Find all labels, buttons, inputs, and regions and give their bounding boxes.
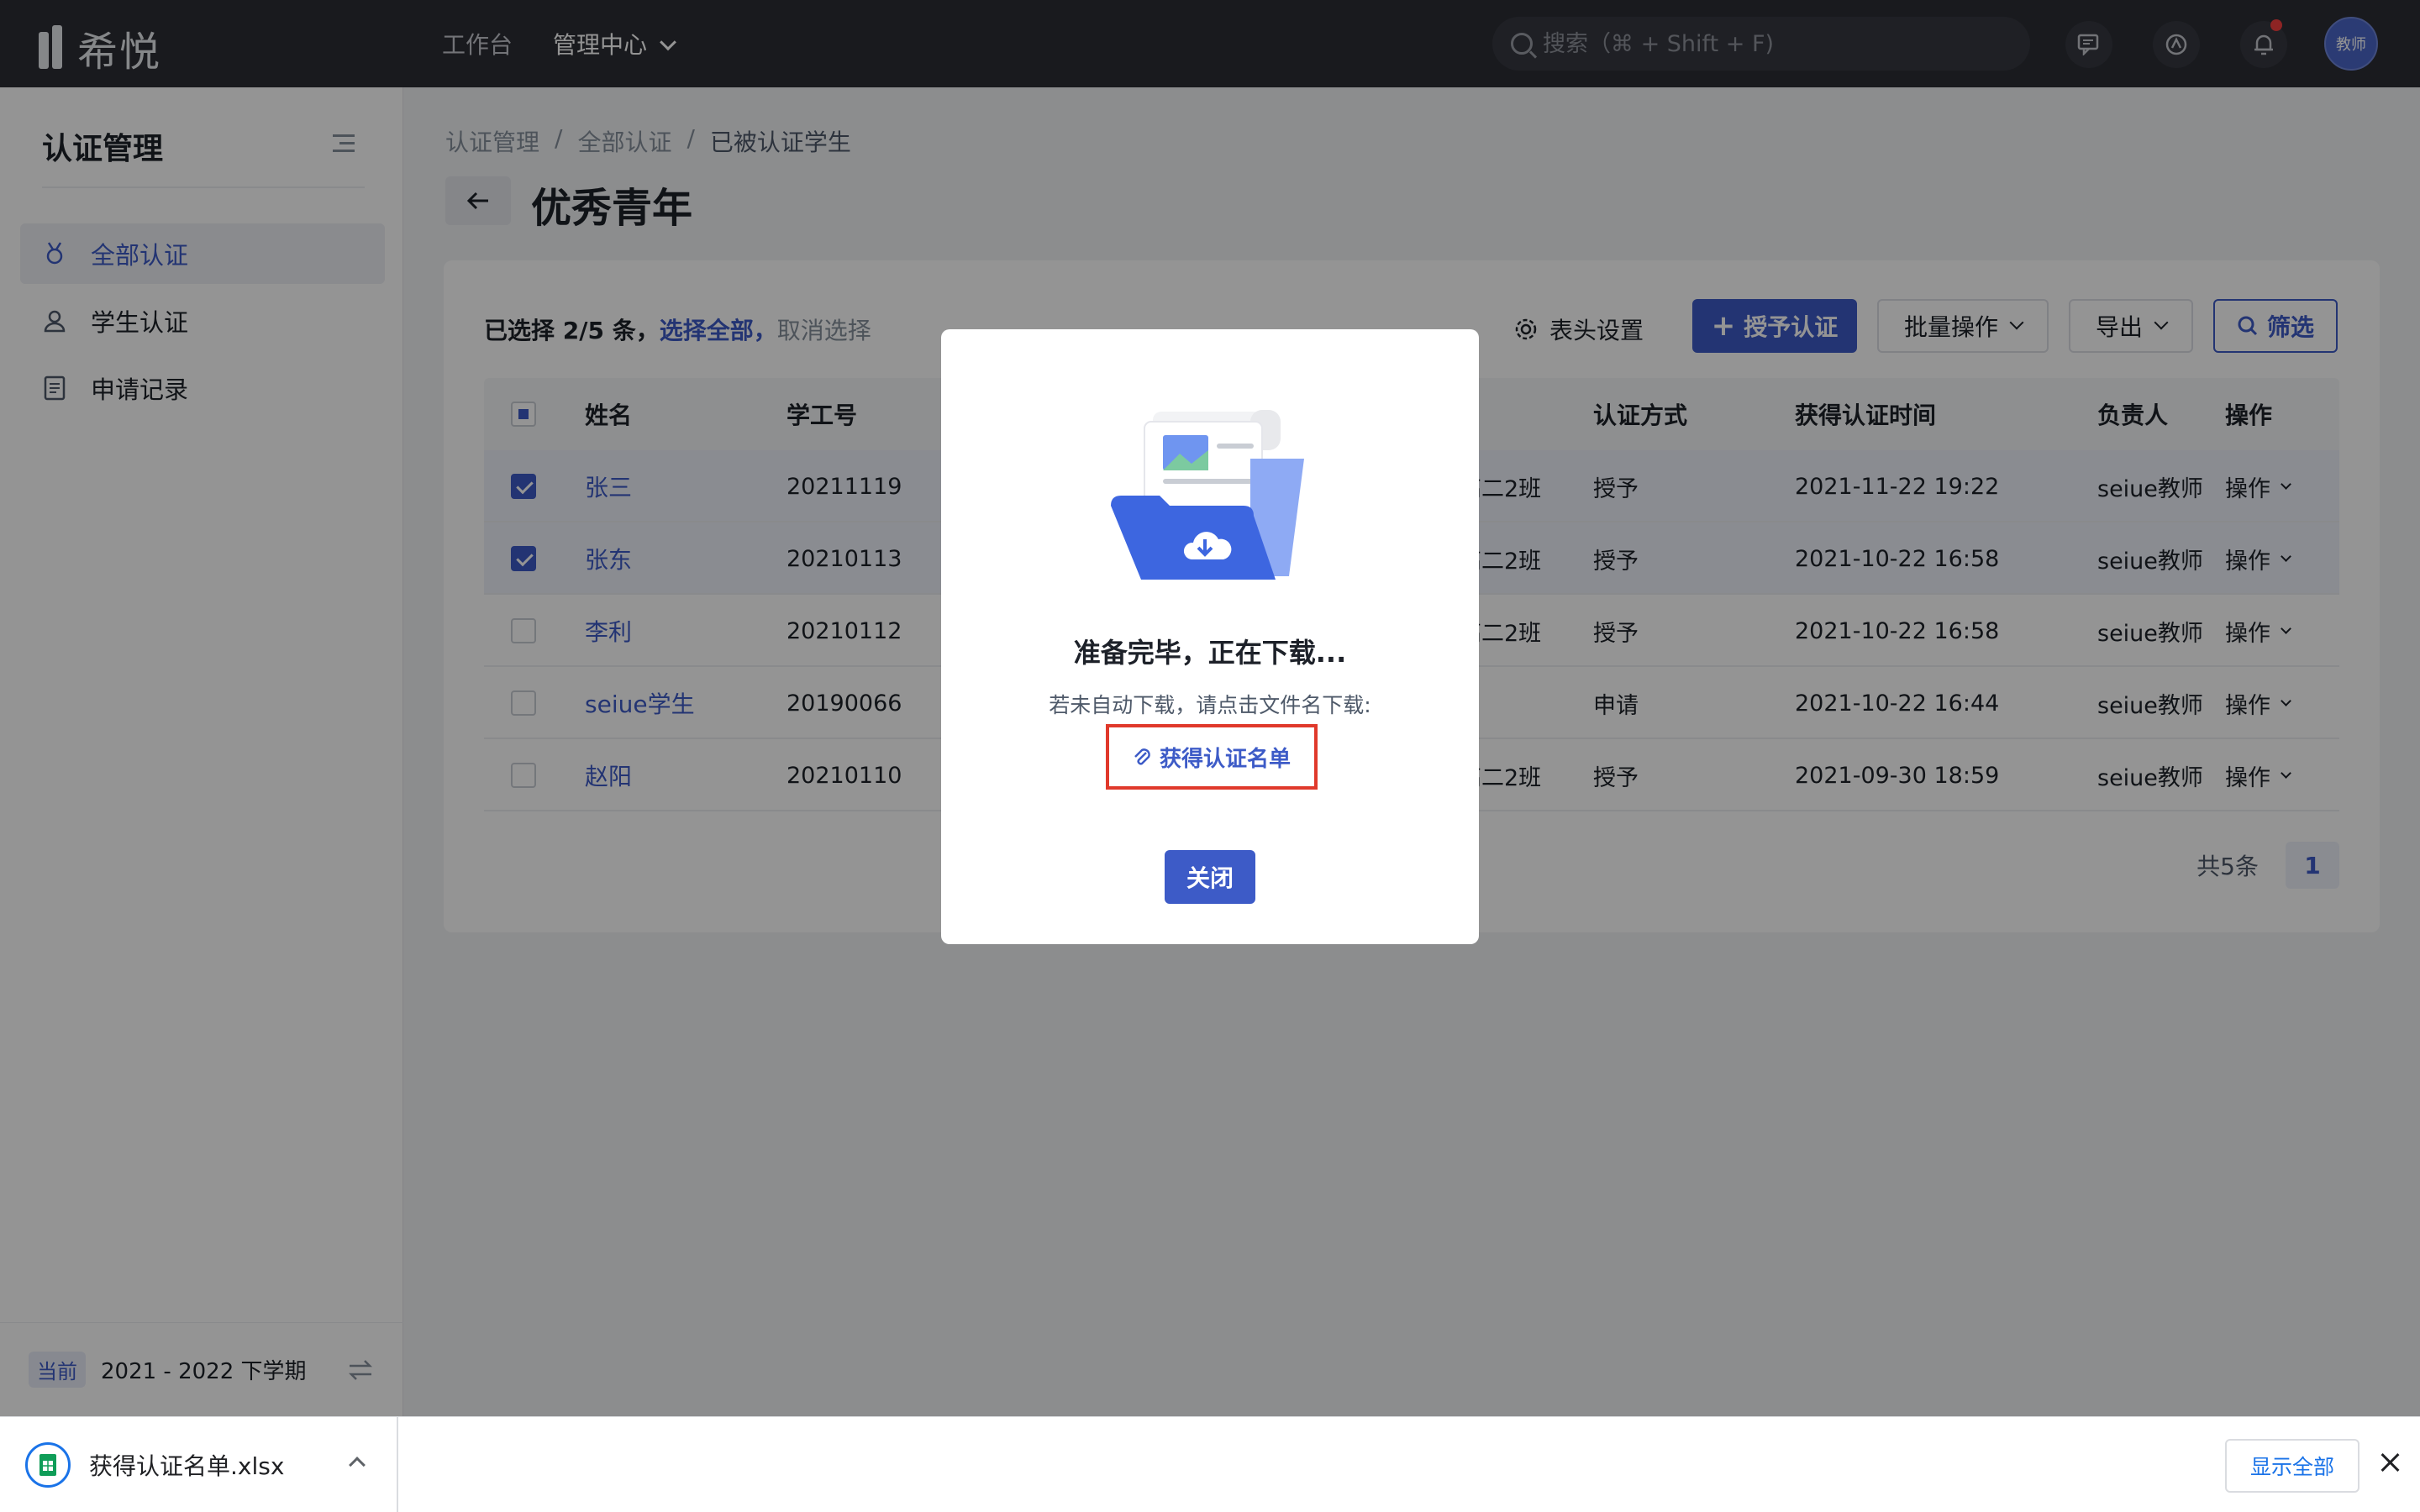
show-all-downloads-button[interactable]: 显示全部 [2225,1439,2360,1493]
downloaded-file-name: 获得认证名单.xlsx [89,1452,285,1480]
downloaded-file-item[interactable]: 获得认证名单.xlsx [0,1417,398,1512]
download-modal: 准备完毕，正在下载... 若未自动下载，请点击文件名下载: 获得认证名单 关闭 [941,329,1479,944]
spreadsheet-file-icon [25,1442,71,1488]
modal-title: 准备完毕，正在下载... [1073,637,1347,669]
close-button[interactable]: 关闭 [1165,850,1255,904]
paperclip-icon [1134,748,1150,765]
chevron-up-icon[interactable] [349,1457,366,1473]
browser-download-bar: 获得认证名单.xlsx 显示全部 [0,1416,2420,1512]
folder-download-illustration [1111,410,1304,580]
close-download-bar-icon[interactable] [2378,1451,2403,1476]
download-file-label: 获得认证名单 [1159,746,1291,772]
download-file-link[interactable]: 获得认证名单 [1106,724,1318,790]
modal-description: 若未自动下载，请点击文件名下载: [1049,693,1371,717]
